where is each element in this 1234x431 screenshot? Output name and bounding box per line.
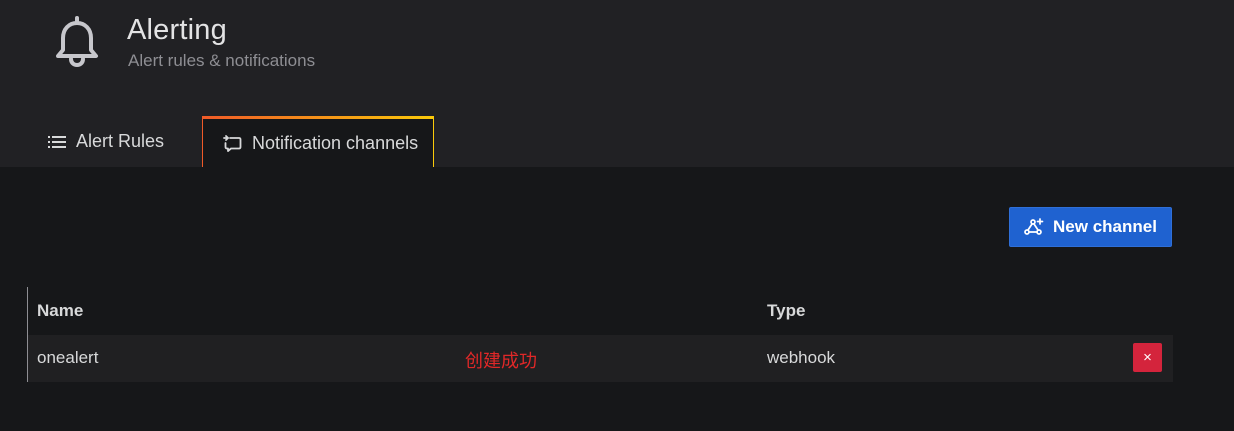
comment-alt-share-icon	[223, 134, 242, 152]
list-icon	[48, 135, 66, 149]
tab-alert-rules-label: Alert Rules	[76, 131, 165, 151]
channel-add-icon	[1024, 217, 1044, 237]
tab-alert-rules[interactable]: Alert Rules	[32, 116, 180, 167]
column-header-name: Name	[37, 301, 84, 320]
column-header-type: Type	[767, 301, 806, 320]
channels-table: Name Type onealert 创建成功 webhook ×	[27, 287, 1173, 382]
tab-notification-channels-label: Notification channels	[252, 132, 419, 153]
page-subtitle: Alert rules & notifications	[128, 51, 316, 70]
tab-notification-channels[interactable]: Notification channels	[202, 116, 434, 167]
channel-type: webhook	[767, 348, 836, 367]
bell-icon	[52, 12, 102, 68]
annotation-text: 创建成功	[465, 351, 537, 371]
new-channel-button[interactable]: New channel	[1009, 207, 1172, 247]
new-channel-label: New channel	[1053, 217, 1157, 236]
page-header: Alerting Alert rules & notifications Ale…	[0, 0, 1234, 167]
delete-button[interactable]: ×	[1133, 343, 1162, 372]
channel-name-link[interactable]: onealert	[37, 348, 98, 368]
page-title: Alerting	[127, 14, 227, 46]
table-row[interactable]: onealert 创建成功 webhook ×	[28, 335, 1173, 382]
